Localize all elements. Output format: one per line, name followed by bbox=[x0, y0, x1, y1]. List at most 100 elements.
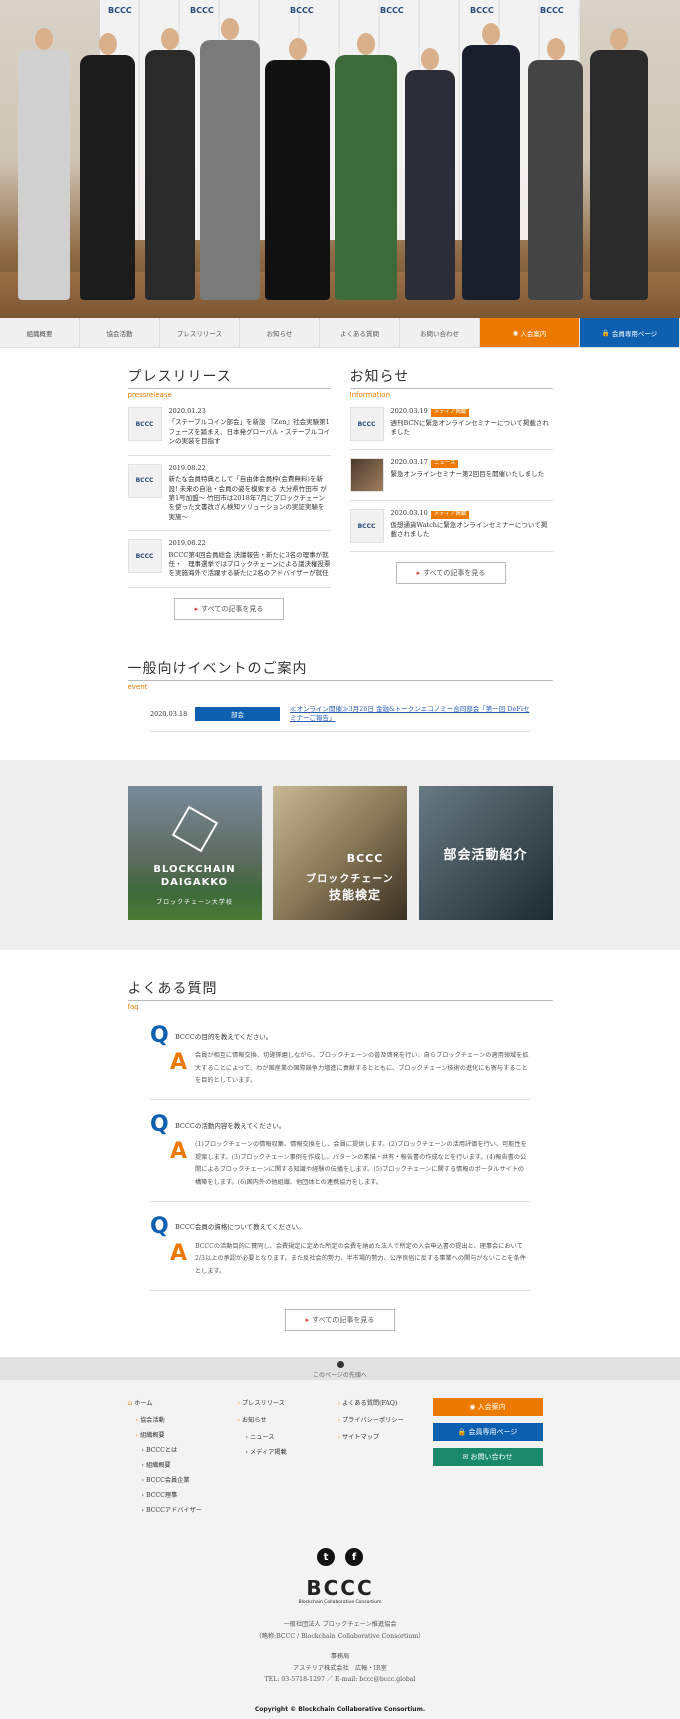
arrow-up-icon bbox=[336, 1361, 344, 1369]
event-category: 部会 bbox=[195, 707, 280, 721]
info-section: お知らせ Information BCCC 2020.03.19 メディア掲載 週刊… bbox=[349, 366, 553, 630]
info-more-button[interactable]: ▸ すべての記事を見る bbox=[396, 562, 506, 584]
blockchain-daigakko-banner[interactable]: BLOCKCHAIN DAIGAKKO ブロックチェーン大学校 bbox=[127, 786, 262, 921]
faq-subtitle: faq bbox=[127, 1003, 139, 1012]
info-subtitle: Information bbox=[349, 391, 391, 399]
press-item[interactable]: BCCC 2020.01.23 「ステーブルコイン部会」を新設 『Zen』社会実験… bbox=[127, 399, 331, 456]
info-item[interactable]: 2020.03.17 ニュース 緊急オンラインセミナー第2回目を開催いたしました bbox=[349, 450, 553, 501]
press-item[interactable]: BCCC 2019.08.22 BCCC第4回会員総会 決議報告・新たに3名の理事… bbox=[127, 531, 331, 588]
twitter-icon[interactable]: t bbox=[317, 1548, 335, 1567]
info-thumb: BCCC bbox=[349, 407, 384, 441]
press-more-button[interactable]: ▸ すべての記事を見る bbox=[174, 597, 284, 620]
q-icon: Q bbox=[150, 1023, 169, 1049]
footer-link-privacy[interactable]: › プライバシーポリシー bbox=[338, 1415, 433, 1424]
person bbox=[405, 48, 455, 300]
press-thumb: BCCC bbox=[127, 407, 162, 441]
event-link[interactable]: ≪オンライン開催≫3月26日 金融&トークンエコノミー合同部会「第一回 DeFi… bbox=[290, 705, 530, 723]
footer-sublink[interactable]: › BCCC理事 bbox=[142, 1490, 238, 1499]
info-tag: ニュース bbox=[430, 460, 459, 468]
skill-test-banner[interactable]: BCCC ブロックチェーン 技能検定 bbox=[273, 786, 407, 921]
footer-link-about[interactable]: › 組織概要 bbox=[136, 1430, 238, 1439]
arrow-right-icon: ▸ bbox=[194, 604, 199, 613]
footer-link-home[interactable]: ⌂ ホーム bbox=[128, 1398, 238, 1407]
press-text: BCCC第4回会員総会 決議報告・新たに3名の理事が就任・ 理事選挙ではブロック… bbox=[168, 550, 331, 578]
footer-join-button[interactable]: ◉ 入会案内 bbox=[432, 1398, 543, 1417]
event-date: 2020.03.18 bbox=[150, 710, 188, 718]
info-item[interactable]: BCCC 2020.03.10 メディア掲載 仮想通貨Watchに緊急オンラインセミ… bbox=[349, 501, 553, 552]
chevron-right-icon: › bbox=[337, 1417, 340, 1425]
footer-link-press[interactable]: › プレスリリース bbox=[238, 1398, 338, 1407]
footer-sublink[interactable]: › ニュース bbox=[246, 1432, 338, 1441]
person bbox=[462, 23, 520, 300]
person bbox=[80, 33, 135, 300]
chevron-right-icon: › bbox=[337, 1400, 340, 1408]
footer-link-faq[interactable]: › よくある質問(FAQ) bbox=[338, 1398, 433, 1407]
banner-band: BLOCKCHAIN DAIGAKKO ブロックチェーン大学校 BCCC ブロッ… bbox=[0, 760, 680, 951]
nav-item-press[interactable]: プレスリリース bbox=[160, 318, 240, 347]
info-title: お知らせ bbox=[349, 366, 553, 389]
lock-icon: 🔒 bbox=[457, 1428, 469, 1437]
nav-item-info[interactable]: お知らせ bbox=[240, 318, 320, 347]
page-top-button[interactable]: このページの先頭へ bbox=[0, 1357, 680, 1381]
chevron-right-icon: › bbox=[337, 1434, 340, 1442]
faq-question: BCCCの目的を教えてください。 bbox=[175, 1032, 273, 1041]
footer-sublink[interactable]: › BCCCとは bbox=[142, 1445, 238, 1454]
press-thumb: BCCC bbox=[127, 539, 162, 574]
bccc-logo: BCCC bbox=[346, 852, 384, 866]
info-date: 2020.03.19 bbox=[390, 407, 428, 415]
info-text: 仮想通貨Watchに緊急オンラインセミナーについて掲載されました bbox=[390, 520, 548, 539]
press-section: プレスリリース pressrelease BCCC 2020.01.23 「ステー… bbox=[127, 366, 331, 630]
nav-item-activity[interactable]: 協会活動 bbox=[80, 318, 160, 347]
info-tag: メディア掲載 bbox=[430, 511, 470, 519]
q-icon: Q bbox=[150, 1213, 169, 1239]
info-thumb: BCCC bbox=[349, 509, 384, 543]
press-date: 2019.08.22 bbox=[168, 539, 206, 548]
faq-title: よくある質問 bbox=[127, 978, 553, 1002]
nav-item-faq[interactable]: よくある質問 bbox=[320, 318, 400, 347]
faq-answer: BCCCの活動目的に賛同し、会費規定に定めた所定の会費を納めた法人で所定の入会申… bbox=[195, 1242, 526, 1275]
backdrop-logo: BCCC bbox=[380, 6, 404, 15]
footer-link-activity[interactable]: › 協会活動 bbox=[136, 1415, 238, 1424]
nav-join-button[interactable]: ◉ 入会案内 bbox=[480, 318, 580, 347]
chevron-right-icon: › bbox=[135, 1432, 138, 1440]
person bbox=[200, 18, 260, 300]
footer-sublink[interactable]: › メディア掲載 bbox=[246, 1447, 338, 1456]
backdrop-logo: BCCC bbox=[190, 6, 214, 15]
footer-link-info[interactable]: › お知らせ bbox=[238, 1415, 338, 1424]
footer-sublink[interactable]: › 組織概要 bbox=[142, 1460, 238, 1469]
global-nav: 組織概要 協会活動 プレスリリース お知らせ よくある質問 お問い合わせ ◉ 入… bbox=[0, 318, 680, 348]
copyright: Copyright © Blockchain Collaborative Con… bbox=[254, 1706, 426, 1714]
event-title: 一般向けイベントのご案内 bbox=[127, 658, 553, 681]
a-icon: A bbox=[170, 1139, 188, 1165]
eye-icon: ◉ bbox=[512, 328, 521, 337]
faq-more-button[interactable]: ▸ すべての記事を見る bbox=[285, 1309, 395, 1332]
footer: ⌂ ホーム › 協会活動 › 組織概要 › BCCCとは › 組織概要 › BCCC会… bbox=[0, 1380, 680, 1719]
footer-sublink[interactable]: › BCCC会員企業 bbox=[142, 1475, 238, 1484]
press-title: プレスリリース bbox=[127, 366, 331, 389]
footer-contact-button[interactable]: ✉ お問い合わせ bbox=[432, 1448, 543, 1467]
facebook-icon[interactable]: f bbox=[345, 1548, 363, 1567]
press-item[interactable]: BCCC 2019.08.22 新たな会員特典として「自由体会員枠(会費無料)を新… bbox=[127, 456, 331, 532]
footer-members-button[interactable]: 🔒 会員専用ページ bbox=[432, 1423, 543, 1442]
hexagon-icon bbox=[171, 805, 218, 853]
press-subtitle: pressrelease bbox=[127, 391, 172, 399]
info-text: 週刊BCNに緊急オンラインセミナーについて掲載されました bbox=[390, 418, 549, 437]
chevron-right-icon: › bbox=[135, 1417, 138, 1425]
press-date: 2020.01.23 bbox=[168, 407, 206, 415]
nav-item-about[interactable]: 組織概要 bbox=[0, 318, 80, 347]
arrow-right-icon: ▸ bbox=[416, 569, 421, 577]
nav-item-contact[interactable]: お問い合わせ bbox=[400, 318, 480, 347]
nav-members-button[interactable]: 🔒 会員専用ページ bbox=[580, 318, 680, 347]
info-date: 2020.03.10 bbox=[390, 509, 428, 517]
faq-item: Q BCCCの活動内容を教えてください。 A (1)ブロックチェーンの情報収集、情報… bbox=[150, 1100, 530, 1202]
press-text: 新たな会員特典として「自由体会員枠(会費無料)を新設! 未来の自治・会員の姿を模… bbox=[168, 475, 327, 521]
press-text: 「ステーブルコイン部会」を新設 『Zen』社会実験第1フェーズを踏まえ、日本発グ… bbox=[168, 418, 331, 446]
activity-intro-banner[interactable]: 部会活動紹介 bbox=[418, 786, 553, 921]
footer-sublink[interactable]: › BCCCアドバイザー bbox=[142, 1505, 238, 1514]
person bbox=[528, 38, 583, 300]
chevron-right-icon: › bbox=[237, 1417, 240, 1425]
person bbox=[265, 38, 330, 300]
info-item[interactable]: BCCC 2020.03.19 メディア掲載 週刊BCNに緊急オンラインセミナーにつ… bbox=[349, 399, 553, 450]
footer-link-sitemap[interactable]: › サイトマップ bbox=[338, 1432, 433, 1441]
faq-section: よくある質問 faq Q BCCCの目的を教えてください。 A 会員が相互に情報交換… bbox=[127, 978, 553, 1332]
